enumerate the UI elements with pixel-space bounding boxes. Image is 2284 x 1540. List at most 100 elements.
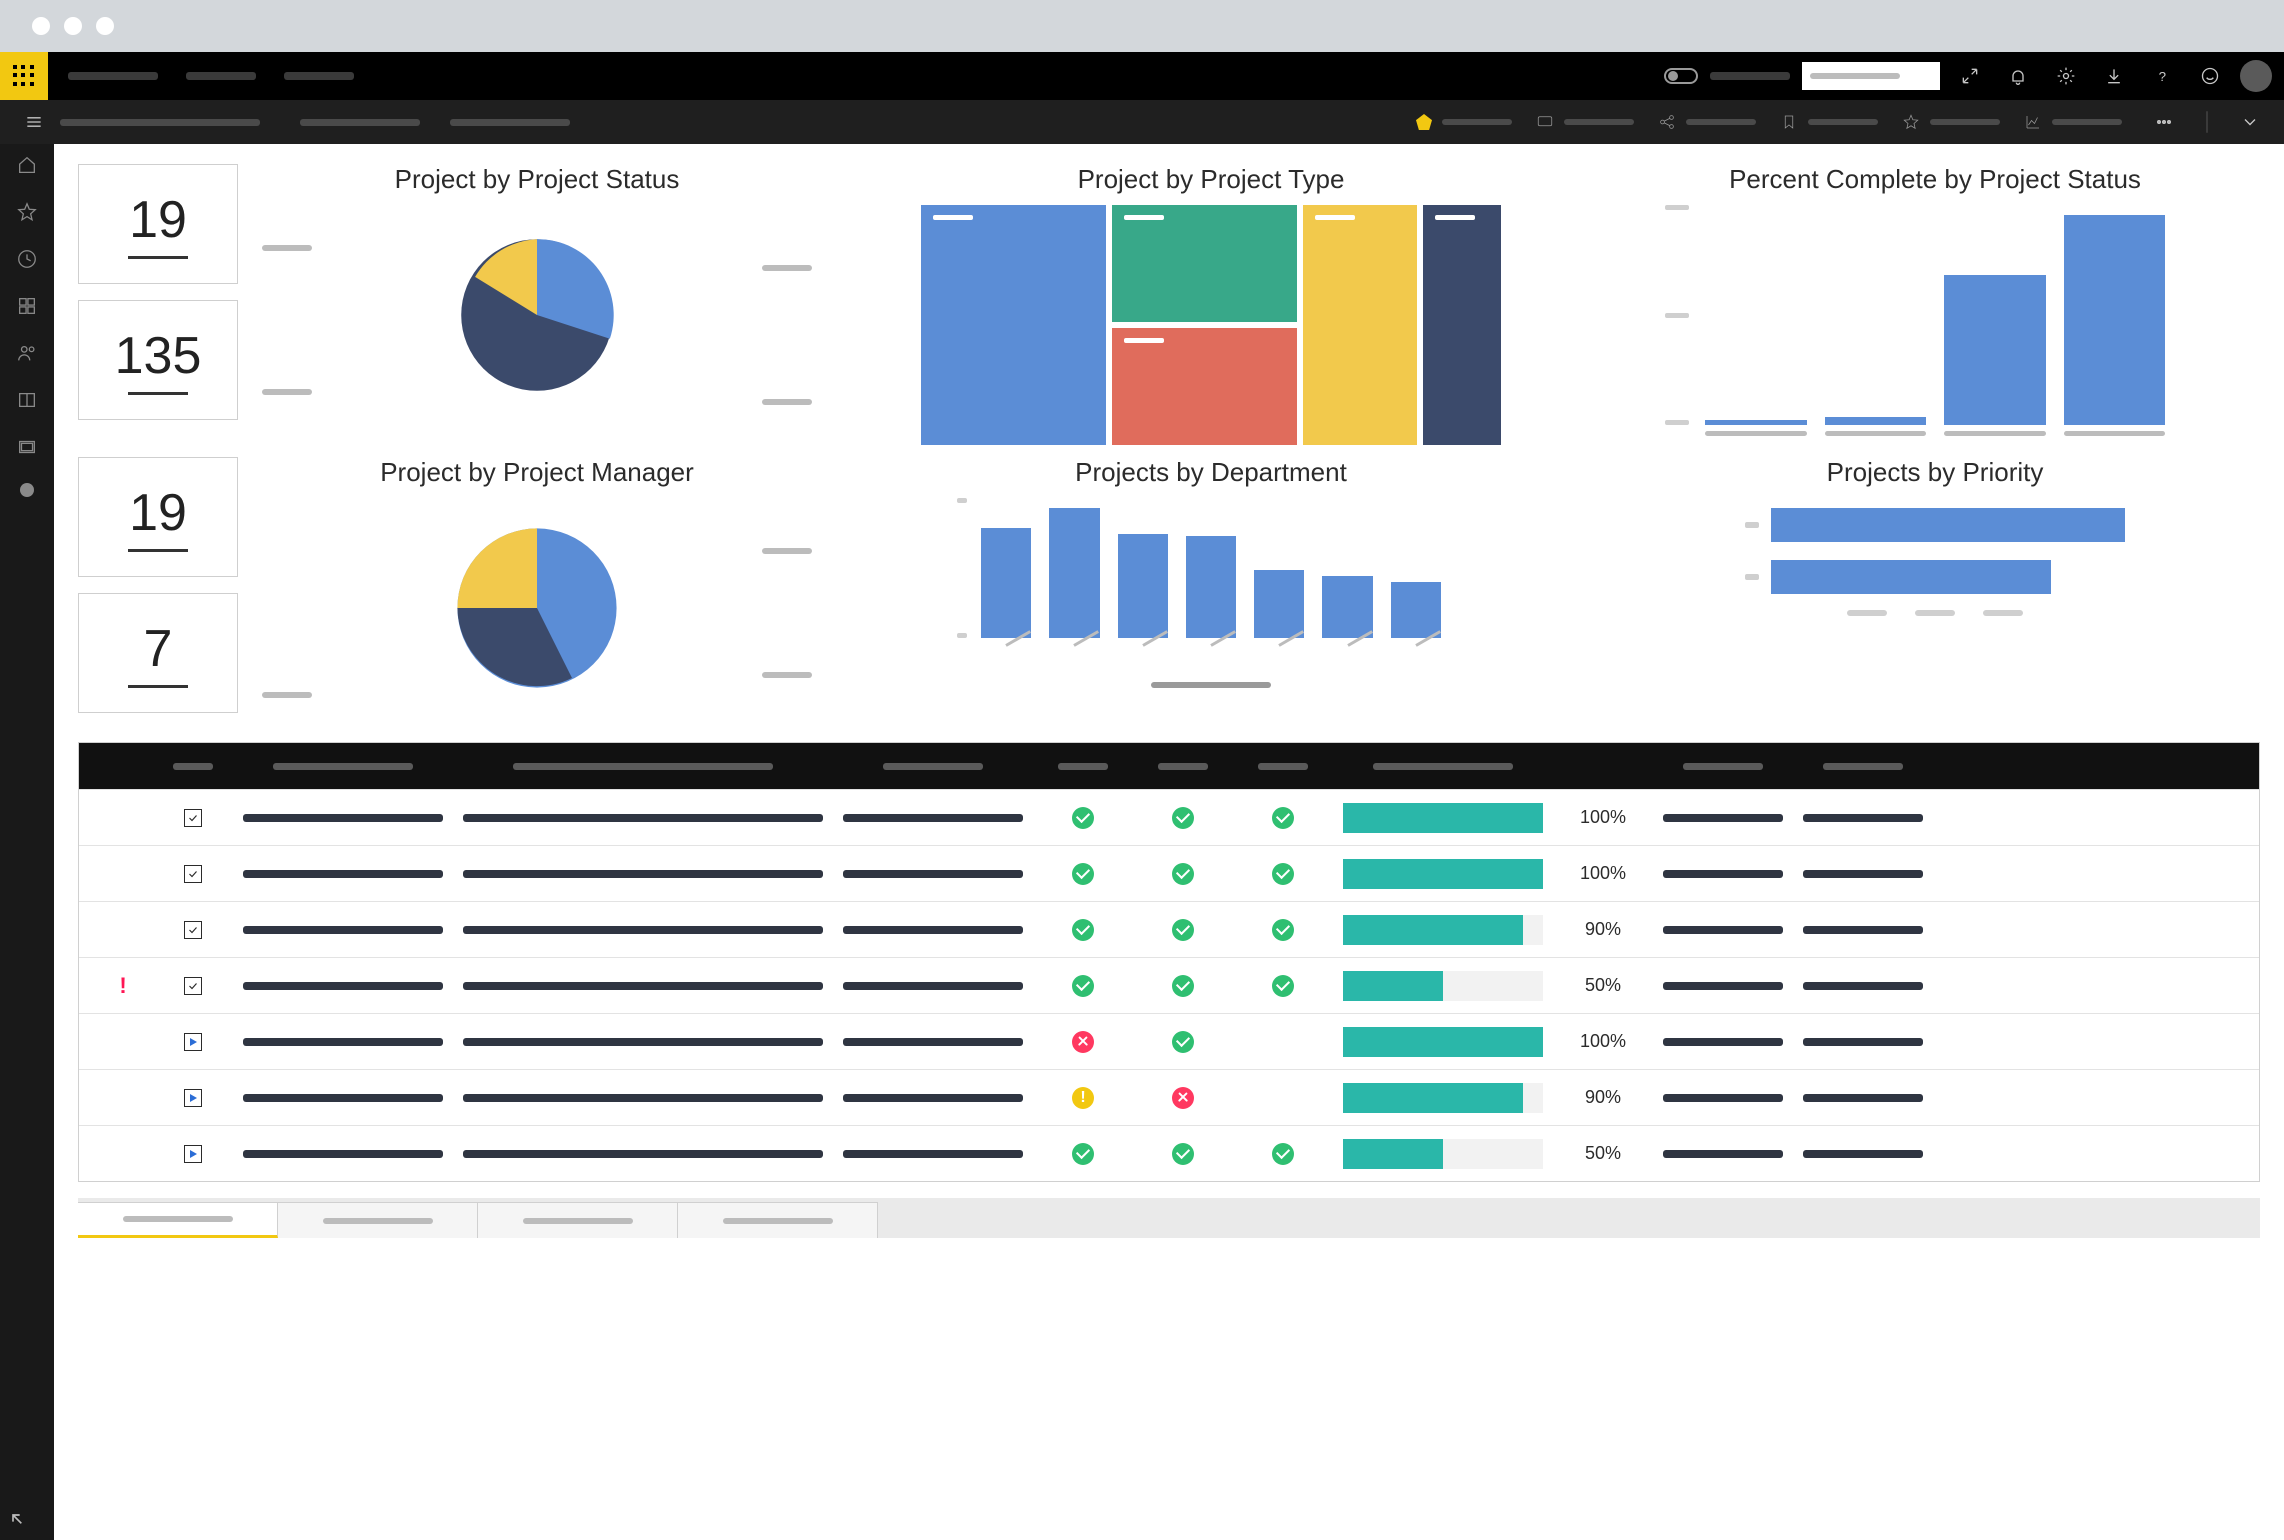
status-icon xyxy=(1043,807,1123,829)
search-input[interactable] xyxy=(1802,62,1940,90)
left-rail xyxy=(0,144,54,1540)
status-icon xyxy=(1043,1143,1123,1165)
page-tab[interactable] xyxy=(678,1202,878,1238)
status-icon xyxy=(1043,1031,1123,1053)
progress-value: 50% xyxy=(1563,1143,1643,1164)
legend xyxy=(1151,682,1271,688)
chart-bar-dept[interactable]: Projects by Department xyxy=(836,457,1586,718)
status-icon xyxy=(1143,863,1223,885)
svg-text:?: ? xyxy=(2159,69,2166,84)
toolbar-item[interactable] xyxy=(300,119,420,126)
close-window-button[interactable] xyxy=(32,17,50,35)
chart-bar-percent[interactable]: Percent Complete by Project Status xyxy=(1610,164,2260,445)
status-icon xyxy=(1243,863,1323,885)
pie-icon xyxy=(437,215,637,415)
progress-value: 90% xyxy=(1563,1087,1643,1108)
header-label xyxy=(1710,72,1790,80)
status-icon xyxy=(1143,1087,1223,1109)
progress-bar xyxy=(1343,971,1543,1001)
kpi-value: 7 xyxy=(144,619,173,679)
toolbar-action[interactable] xyxy=(1780,113,1878,131)
progress-value: 100% xyxy=(1563,807,1643,828)
progress-bar xyxy=(1343,1083,1543,1113)
nav-item[interactable] xyxy=(68,72,158,80)
treemap xyxy=(921,205,1501,445)
rail-workspaces-icon[interactable] xyxy=(16,436,38,463)
table-header xyxy=(79,743,2259,789)
chart-treemap-type[interactable]: Project by Project Type xyxy=(836,164,1586,445)
app-launcher-button[interactable] xyxy=(0,52,48,100)
window-controls xyxy=(0,0,2284,52)
kpi-card[interactable]: 19 xyxy=(78,164,238,284)
notifications-icon[interactable] xyxy=(2000,58,2036,94)
expand-pane-icon[interactable] xyxy=(8,1510,28,1530)
chart-pie-manager[interactable]: Project by Project Manager xyxy=(262,457,812,718)
toolbar-action[interactable] xyxy=(2024,113,2122,131)
menu-icon[interactable] xyxy=(16,104,52,140)
table-row[interactable]: 100% xyxy=(79,789,2259,845)
minimize-window-button[interactable] xyxy=(64,17,82,35)
rail-apps-icon[interactable] xyxy=(16,295,38,322)
toggle-switch[interactable] xyxy=(1664,68,1698,84)
rail-home-icon[interactable] xyxy=(16,154,38,181)
toolbar-action[interactable] xyxy=(1902,113,2000,131)
play-icon xyxy=(184,1089,202,1107)
nav-item[interactable] xyxy=(284,72,354,80)
toolbar-item[interactable] xyxy=(450,119,570,126)
breadcrumb[interactable] xyxy=(60,119,260,126)
status-icon xyxy=(1143,807,1223,829)
kpi-card[interactable]: 7 xyxy=(78,593,238,713)
rail-shared-icon[interactable] xyxy=(16,342,38,369)
star-icon xyxy=(1902,113,1920,131)
table-row[interactable]: !50% xyxy=(79,957,2259,1013)
table-row[interactable]: 100% xyxy=(79,845,2259,901)
chart-title: Percent Complete by Project Status xyxy=(1729,164,2141,195)
table-row[interactable]: 50% xyxy=(79,1125,2259,1181)
page-tab[interactable] xyxy=(278,1202,478,1238)
table-row[interactable]: 90% xyxy=(79,1069,2259,1125)
chevron-down-icon[interactable] xyxy=(2232,104,2268,140)
chart-title: Projects by Priority xyxy=(1827,457,2044,488)
toolbar-action[interactable] xyxy=(1416,114,1512,130)
chart-pie-status[interactable]: Project by Project Status xyxy=(262,164,812,445)
toolbar-action[interactable] xyxy=(1658,113,1756,131)
status-icon xyxy=(1243,1143,1323,1165)
report-toolbar xyxy=(0,100,2284,144)
chart-icon xyxy=(2024,113,2042,131)
nav-item[interactable] xyxy=(186,72,256,80)
rail-favorite-icon[interactable] xyxy=(16,201,38,228)
chart-hbar-priority[interactable]: Projects by Priority xyxy=(1610,457,2260,718)
expand-icon[interactable] xyxy=(1952,58,1988,94)
progress-value: 100% xyxy=(1563,1031,1643,1052)
global-header: ? xyxy=(0,52,2284,100)
kpi-card[interactable]: 135 xyxy=(78,300,238,420)
table-row[interactable]: 100% xyxy=(79,1013,2259,1069)
toolbar-action[interactable] xyxy=(1536,113,1634,131)
status-icon xyxy=(1243,807,1323,829)
header-nav xyxy=(68,72,354,80)
table-row[interactable]: 90% xyxy=(79,901,2259,957)
page-tab[interactable] xyxy=(478,1202,678,1238)
status-icon xyxy=(1043,975,1123,997)
user-avatar[interactable] xyxy=(2240,60,2272,92)
chart-title: Project by Project Status xyxy=(395,164,680,195)
rail-learn-icon[interactable] xyxy=(16,389,38,416)
status-icon xyxy=(1243,919,1323,941)
download-icon[interactable] xyxy=(2096,58,2132,94)
status-icon xyxy=(1043,919,1123,941)
data-table[interactable]: 100%100%90%!50%100%90%50% xyxy=(78,742,2260,1182)
kpi-card[interactable]: 19 xyxy=(78,457,238,577)
progress-bar xyxy=(1343,1139,1543,1169)
rail-recent-icon[interactable] xyxy=(16,248,38,275)
rail-indicator xyxy=(20,483,34,497)
hbar-chart xyxy=(1745,498,2125,594)
feedback-icon[interactable] xyxy=(2192,58,2228,94)
more-icon[interactable] xyxy=(2146,104,2182,140)
status-icon xyxy=(1143,1031,1223,1053)
page-tab[interactable] xyxy=(78,1202,278,1238)
kpi-value: 19 xyxy=(129,190,187,250)
comment-icon xyxy=(1536,113,1554,131)
settings-icon[interactable] xyxy=(2048,58,2084,94)
maximize-window-button[interactable] xyxy=(96,17,114,35)
help-icon[interactable]: ? xyxy=(2144,58,2180,94)
